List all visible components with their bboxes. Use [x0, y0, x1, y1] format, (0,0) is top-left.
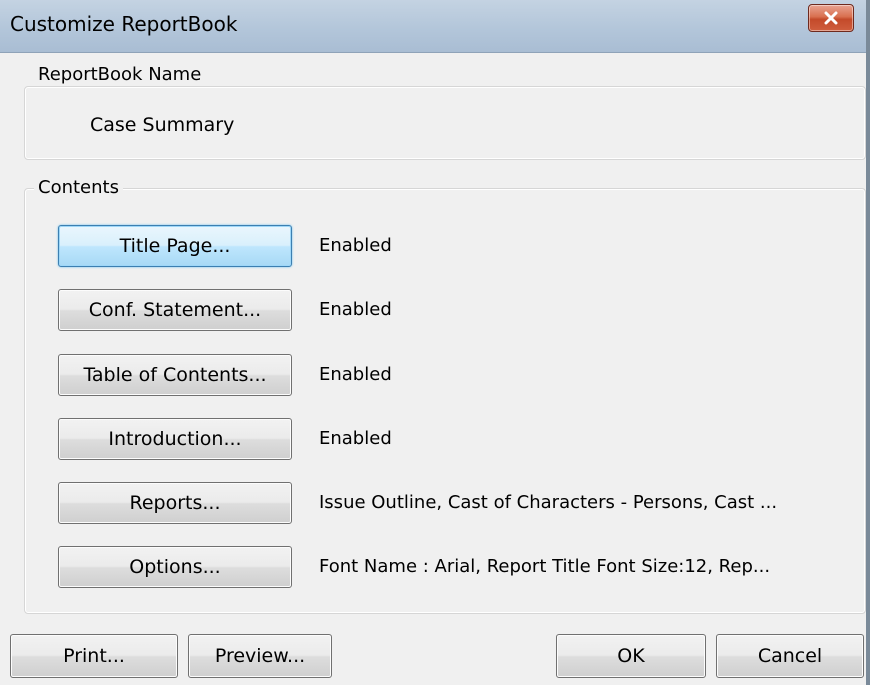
contents-label: Contents: [34, 177, 123, 199]
customize-reportbook-dialog: Customize ReportBook ReportBook Name Cas…: [0, 0, 870, 685]
table-of-contents-button[interactable]: Table of Contents...: [58, 354, 292, 396]
title-page-button[interactable]: Title Page...: [58, 225, 292, 267]
ok-button[interactable]: OK: [556, 634, 706, 678]
cancel-button[interactable]: Cancel: [716, 634, 864, 678]
title-bar: Customize ReportBook: [0, 0, 866, 53]
close-button[interactable]: [808, 4, 854, 32]
reportbook-name-value: Case Summary: [90, 114, 235, 136]
options-button[interactable]: Options...: [58, 546, 292, 588]
preview-button[interactable]: Preview...: [188, 634, 332, 678]
introduction-status: Enabled: [319, 428, 392, 449]
reports-status: Issue Outline, Cast of Characters - Pers…: [319, 492, 778, 513]
reportbook-name-label: ReportBook Name: [34, 64, 206, 86]
table-of-contents-status: Enabled: [319, 364, 392, 385]
reports-button[interactable]: Reports...: [58, 482, 292, 524]
close-icon: [824, 11, 838, 25]
introduction-button[interactable]: Introduction...: [58, 418, 292, 460]
window-title: Customize ReportBook: [10, 12, 238, 36]
conf-statement-status: Enabled: [319, 299, 392, 320]
options-status: Font Name : Arial, Report Title Font Siz…: [319, 556, 771, 577]
title-page-status: Enabled: [319, 235, 392, 256]
print-button[interactable]: Print...: [10, 634, 178, 678]
conf-statement-button[interactable]: Conf. Statement...: [58, 289, 292, 331]
